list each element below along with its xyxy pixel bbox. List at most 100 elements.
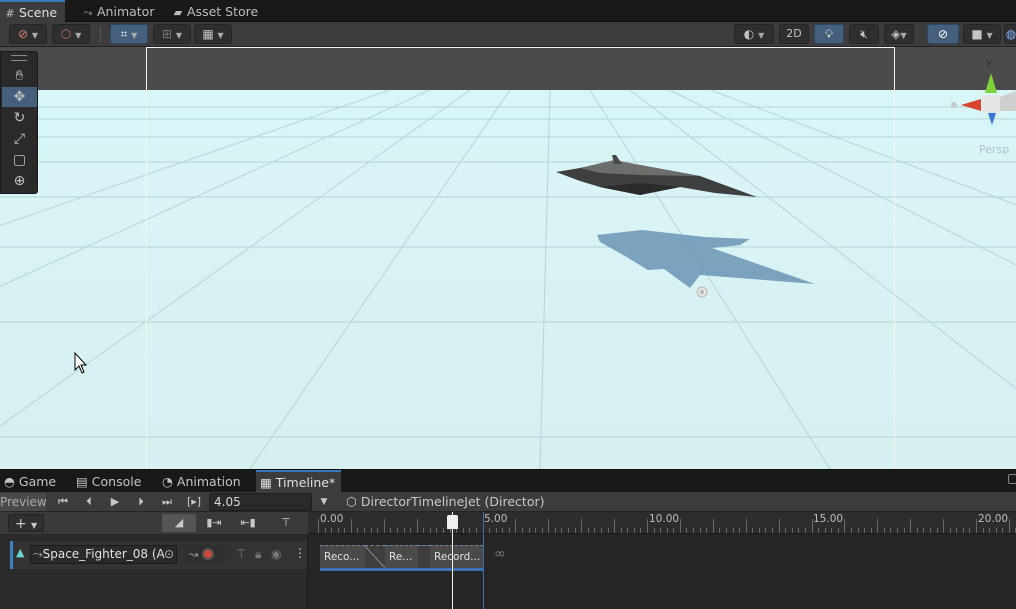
chevron-down-icon: ▼ <box>758 31 765 40</box>
tab-scene[interactable]: # Scene <box>0 0 66 22</box>
move-tool-icon[interactable]: ✥ <box>2 87 37 107</box>
ruler-tick <box>666 528 668 533</box>
brush-icon: ⊘ <box>17 27 29 41</box>
ruler-tick <box>752 528 754 533</box>
go-to-end-icon[interactable]: ⏭︎ <box>156 493 178 511</box>
increment-snap-dropdown[interactable]: ⊞ ▼ <box>153 24 191 44</box>
hand-tool-icon[interactable]: ✋︎ <box>2 66 37 86</box>
transform-tool-icon[interactable]: ⊕ <box>2 171 37 191</box>
ruler-tick <box>443 528 445 533</box>
track-lane[interactable]: Reco... Re... Record... ∞ <box>308 534 1016 609</box>
ruler-tick <box>798 528 800 533</box>
rect-tool-icon[interactable]: ▢ <box>2 150 37 170</box>
ruler-tick <box>403 528 405 533</box>
ruler-tick <box>568 528 570 533</box>
ruler-tick <box>785 528 787 533</box>
cube-outline-icon: ⬡ <box>346 494 357 509</box>
2d-mode-toggle[interactable]: 2D <box>779 24 809 44</box>
orientation-gizmo[interactable]: y Persp <box>945 55 1016 156</box>
ripple-mode-icon[interactable]: ◢ <box>162 514 196 532</box>
transform-tools-panel: ✋︎ ✥ ↻ ⤢ ▢ ⊕ <box>0 51 38 194</box>
gizmos-button[interactable]: ◍ <box>1004 24 1016 44</box>
ruler-tick <box>969 528 971 533</box>
more-options-icon[interactable]: ⋮ <box>294 546 306 560</box>
scale-tool-icon[interactable]: ⤢ <box>2 129 37 149</box>
replace-mode-icon[interactable]: ⇤▮ <box>231 514 265 532</box>
eye-slash-icon: ⊘ <box>937 27 949 41</box>
scene-viewport[interactable]: y Persp <box>0 47 1016 469</box>
camera-dropdown[interactable]: ■ ▼ <box>963 24 1001 44</box>
tab-asset-store[interactable]: ▰ Asset Store <box>168 0 266 22</box>
ruler-tick <box>410 528 412 533</box>
toolbar-divider <box>100 26 101 42</box>
grid-visibility-dropdown[interactable]: ▦ ▼ <box>194 24 232 44</box>
time-format-dropdown[interactable]: ▼ <box>316 493 332 511</box>
recorded-clip[interactable]: Reco... <box>320 545 365 571</box>
eye-icon[interactable]: ◉ <box>271 547 281 561</box>
ruler-tick <box>831 528 833 533</box>
lighting-toggle[interactable]: 💡︎ <box>814 24 844 44</box>
snap-pin-icon[interactable]: ⊤ <box>274 514 298 532</box>
track-offset-icon[interactable]: ↝ <box>185 545 225 564</box>
ruler-tick <box>929 528 931 533</box>
pin-icon[interactable]: ⊤ <box>236 547 246 561</box>
tab-animator[interactable]: ⤳ Animator <box>78 0 162 22</box>
next-frame-icon[interactable]: ⏵︎ <box>130 493 152 511</box>
tab-timeline[interactable]: ▦ Timeline* <box>256 470 342 492</box>
recorded-clip[interactable]: Record... <box>430 545 483 571</box>
grid-snap-dropdown[interactable]: ⌗ ▼ <box>110 24 148 44</box>
ruler-tick <box>949 528 951 533</box>
ruler-tick <box>857 528 859 533</box>
infinite-clip-icon: ∞ <box>494 546 506 562</box>
shading-mode-dropdown[interactable]: ◐ ▼ <box>734 24 774 44</box>
ruler-tick <box>370 528 372 533</box>
tab-console[interactable]: ▤ Console <box>72 470 147 492</box>
mute-icon: 🔇︎ <box>860 27 868 41</box>
preview-toggle[interactable]: Preview <box>0 493 47 511</box>
draw-mode-dropdown[interactable]: ⊘ ▼ <box>9 24 47 44</box>
play-range-icon[interactable]: [▸] <box>182 493 206 511</box>
record-icon[interactable] <box>201 548 214 560</box>
bottom-dock: ◓ Game ▤ Console ◔ Animation ▦ Timeline*… <box>0 469 1016 609</box>
director-breadcrumb[interactable]: ⬡ DirectorTimelineJet (Director) <box>346 493 546 511</box>
grid-snap-icon: ⌗ <box>120 27 128 41</box>
ruler-tick <box>495 528 497 533</box>
ruler-tick <box>390 528 392 533</box>
ruler-tick <box>982 528 984 533</box>
effects-dropdown[interactable]: ◈▼ <box>884 24 914 44</box>
blend-region <box>418 545 430 571</box>
recorded-clip[interactable]: Re... <box>385 545 418 571</box>
grid-icon: # <box>5 7 15 20</box>
scene-visibility-toggle[interactable]: ⊘ <box>927 24 959 44</box>
time-ruler[interactable]: 0.00 5.00 10.00 15.00 20.00 <box>308 512 1016 534</box>
ruler-tick <box>791 528 793 533</box>
object-picker-icon[interactable]: ⊙ <box>164 546 174 563</box>
ruler-tick <box>989 528 991 533</box>
axis-y-label: y <box>986 55 993 68</box>
ruler-tick <box>475 528 477 533</box>
rotate-tool-icon[interactable]: ↻ <box>2 108 37 128</box>
persp-label[interactable]: Persp <box>979 143 1009 156</box>
tab-game[interactable]: ◓ Game <box>0 470 62 492</box>
current-time-field[interactable]: 4.05 <box>209 493 312 511</box>
animation-track-header[interactable]: ▲ ⤳Space_Fighter_08 (A ⊙ ↝ ⊤ 🔒︎ ◉ ⋮ <box>10 541 307 569</box>
add-track-dropdown[interactable]: + ▼ <box>8 514 44 532</box>
tab-animation[interactable]: ◔ Animation <box>158 470 247 492</box>
previous-frame-icon[interactable]: ⏴︎ <box>78 493 100 511</box>
scene-tab-bar: # Scene ⤳ Animator ▰ Asset Store <box>0 0 1016 22</box>
render-mode-dropdown[interactable]: ⬡ ▼ <box>52 24 90 44</box>
lock-icon[interactable] <box>1008 474 1016 484</box>
playhead-handle[interactable] <box>447 515 458 529</box>
play-icon[interactable]: ▶︎ <box>104 493 126 511</box>
ruler-tick <box>758 528 760 533</box>
audio-toggle[interactable]: 🔇︎ <box>849 24 879 44</box>
track-binding-field[interactable]: ⤳Space_Fighter_08 (A ⊙ <box>30 545 177 564</box>
panel-drag-handle[interactable] <box>11 55 27 61</box>
ruler-label: 5.00 <box>484 513 508 525</box>
mix-mode-icon[interactable]: ▮⇥ <box>199 514 229 532</box>
lock-icon[interactable]: 🔒︎ <box>255 547 261 562</box>
animation-track-icon: ▲ <box>16 546 25 559</box>
timeline-end-marker <box>483 512 484 609</box>
ruler-tick <box>647 519 648 533</box>
go-to-start-icon[interactable]: ⏮︎ <box>52 493 74 511</box>
